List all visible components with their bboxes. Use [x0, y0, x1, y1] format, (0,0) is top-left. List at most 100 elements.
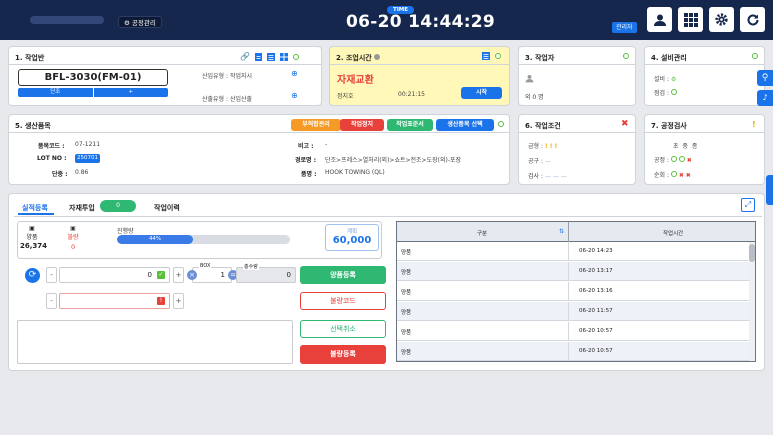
settings-button[interactable] — [709, 7, 734, 32]
increment-button[interactable]: + — [173, 267, 184, 283]
link-icon[interactable]: 🔗 — [240, 52, 250, 61]
start-button[interactable]: 시작 — [461, 87, 502, 99]
tab-result[interactable]: 실적등록 — [22, 203, 48, 213]
name-label: 품명 : — [301, 171, 317, 178]
select-product-button[interactable]: 생산품목 선택 — [436, 119, 494, 131]
gear-icon: ⚙ — [124, 19, 130, 27]
sort-icon[interactable]: ⇅ — [559, 228, 564, 235]
output-type: 산출유형 : 산입산출 — [202, 94, 252, 103]
defect-management-button[interactable]: 부적합관리 — [291, 119, 341, 131]
ok-dot[interactable] — [670, 171, 677, 177]
card-title: 6. 작업조건 — [525, 122, 561, 130]
fail-icon[interactable]: ✖ — [687, 157, 692, 164]
user-button[interactable] — [647, 7, 672, 32]
total-label: 총수량 — [243, 263, 259, 270]
decrement-button[interactable]: - — [46, 293, 57, 309]
warning-icon[interactable]: ! ! ! — [545, 143, 557, 150]
plan-label: 계획 — [346, 229, 358, 235]
cancel-selection-button[interactable]: 선택취소 — [300, 320, 386, 338]
lot-value[interactable]: 250701 — [75, 154, 100, 163]
table-row[interactable]: 양품 06-20 14:23 — [397, 242, 749, 261]
input-type-label: 산입유형 : — [202, 73, 229, 80]
table-row[interactable]: 양품 06-20 10:57 — [397, 322, 749, 341]
good-qty-value: 0 — [147, 271, 152, 279]
inspect-row: 검사 : — — — — [528, 171, 567, 180]
ok-dot[interactable] — [670, 156, 677, 162]
empty-mark: — — [544, 158, 551, 165]
memo-textarea[interactable] — [17, 320, 293, 364]
grid-icon[interactable] — [279, 52, 288, 61]
table-row[interactable]: 양품 06-20 10:57 — [397, 342, 749, 361]
check-status-dot[interactable] — [670, 89, 677, 95]
tab-history[interactable]: 작업이력 — [154, 203, 180, 213]
add-icon[interactable]: ⊕ — [291, 69, 298, 78]
table-row[interactable]: 양품 06-20 13:16 — [397, 282, 749, 301]
side-alert-button[interactable]: ♪ — [757, 90, 773, 106]
row-time: 06-20 10:57 — [579, 348, 613, 354]
card-title: 2. 조업시간 — [336, 53, 381, 63]
ok-dot[interactable] — [678, 156, 685, 162]
menu-tag[interactable]: ⚙ 공정관리 — [118, 16, 162, 28]
side-drawer-handle[interactable] — [766, 175, 773, 205]
tab-plus[interactable]: + — [94, 88, 169, 97]
tab-material[interactable]: 자재투입 — [69, 203, 95, 213]
optime-tools — [482, 52, 501, 60]
refresh-icon — [747, 13, 758, 25]
tab-divider — [14, 216, 762, 217]
bad-qty-input[interactable]: ! — [59, 293, 170, 309]
sync-button[interactable]: ⟳ — [25, 268, 40, 283]
refresh-button[interactable] — [740, 7, 765, 32]
mold-label: 금형 : — [528, 143, 543, 150]
status-dot — [623, 53, 629, 59]
expand-button[interactable]: ⤢ — [741, 198, 755, 212]
check-row: 점검 : — [654, 88, 677, 97]
col-time-header[interactable]: 작업시간 — [663, 229, 683, 237]
work-order-box[interactable]: BFL-3030(FM-01) — [18, 69, 168, 86]
role-badge[interactable]: 관리자 — [612, 22, 637, 33]
row-type: 양품 — [401, 270, 412, 276]
clock: 06-20 14:44:29 — [346, 12, 496, 32]
route-value: 단조>프레스>열처리(외)>쇼트>전조>도장(외)-포장 — [325, 157, 462, 164]
table-row[interactable]: 양품 06-20 11:57 — [397, 302, 749, 321]
increment-button[interactable]: + — [173, 293, 184, 309]
table-row[interactable]: 양품 06-20 13:17 — [397, 262, 749, 281]
document-icon[interactable] — [254, 52, 262, 61]
list-icon[interactable] — [482, 52, 490, 60]
side-search-button[interactable]: ⚲ — [757, 70, 773, 86]
expand-icon: ⤢ — [744, 200, 752, 209]
optime-title: 2. 조업시간 — [336, 54, 372, 62]
add-icon[interactable]: ⊕ — [291, 91, 298, 100]
work-standard-button[interactable]: 작업표준서 — [387, 119, 433, 131]
list-icon[interactable] — [266, 52, 275, 61]
material-count-badge: 0 — [100, 200, 136, 212]
box-value: 1 — [220, 271, 225, 279]
row-time: 06-20 13:16 — [579, 288, 613, 294]
grid-button[interactable] — [678, 7, 703, 32]
box-input[interactable]: BOX 1 — [192, 263, 232, 283]
defect-code-button[interactable]: 불량코드 — [300, 292, 386, 310]
grid-scrollbar[interactable] — [749, 242, 755, 361]
register-good-button[interactable]: 양품등록 — [300, 266, 386, 284]
col-type-header[interactable]: 구분 — [477, 229, 487, 237]
menu-label: 공정관리 — [131, 19, 156, 27]
stop-work-button[interactable]: 작업정지 — [340, 119, 384, 131]
fail-icon[interactable]: ✖ — [679, 172, 684, 179]
scroll-thumb[interactable] — [749, 244, 755, 262]
facility-status-icon[interactable]: ⚙ — [671, 76, 676, 83]
decrement-button[interactable]: - — [46, 267, 57, 283]
register-defect-button[interactable]: 불량등록 — [300, 345, 386, 364]
user-icon[interactable] — [525, 74, 534, 83]
total-value: 0 — [286, 271, 291, 279]
row-time: 06-20 10:57 — [579, 328, 613, 334]
route-label: 경로명 : — [295, 157, 317, 164]
mold-row: 금형 : ! ! ! — [528, 141, 557, 150]
card-title: 3. 작업자 — [525, 54, 555, 62]
fail-icon[interactable]: ✖ — [686, 172, 691, 179]
good-qty-input[interactable]: 0 ✓ — [59, 267, 170, 283]
progress-label: 진행량 — [117, 228, 134, 235]
optime-card: 2. 조업시간 자재교환 정지호 00:21:15 시작 — [329, 46, 510, 106]
card-title: 7. 공정검사 — [651, 122, 687, 130]
tab-single[interactable]: 단조 — [18, 88, 94, 97]
lot-label: LOT NO : — [37, 155, 67, 162]
work-order-tabs: 단조 + — [18, 88, 168, 97]
